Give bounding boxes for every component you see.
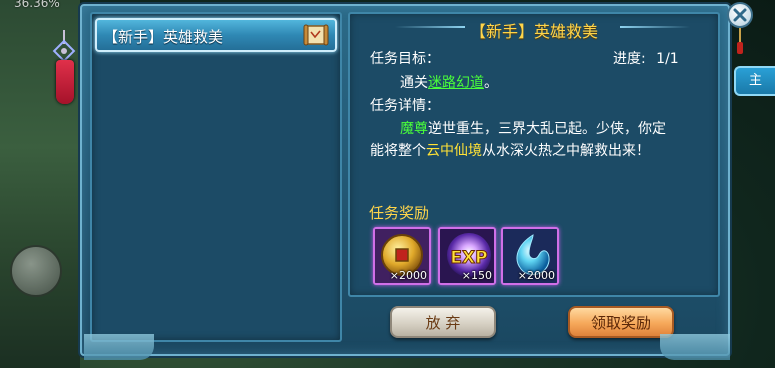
objective-target-link[interactable]: 迷路幻道 [428, 75, 484, 91]
rewards-heading: 任务奖励 [369, 204, 430, 222]
detail-line-2: 能将整个云中仙境从水深火热之中解救出来！ [370, 140, 650, 160]
detail-highlight-place: 云中仙境 [426, 143, 482, 159]
panel-ornament-left [84, 334, 154, 360]
close-pendant-ornament [737, 28, 743, 54]
reward-slot-coin[interactable]: ×2000 [373, 227, 431, 285]
objective-prefix: 通关 [400, 75, 428, 91]
objective-suffix: 。 [484, 75, 498, 91]
progress-label: 进度: [613, 51, 646, 67]
hud-percent-readout: 36.36% [14, 0, 60, 10]
exp-label: EXP [450, 248, 487, 268]
quest-detail-title: 【新手】英雄救美 [469, 22, 598, 41]
detail-line-1: 魔尊逆世重生，三界大乱已起。少侠，你定 [400, 118, 666, 138]
virtual-joystick[interactable] [10, 245, 62, 297]
reward-slot-exp[interactable]: EXP ×150 [438, 227, 496, 285]
quest-list-item-label: 【新手】英雄救美 [103, 28, 224, 46]
detail-text-2: 能将整个 [370, 143, 426, 159]
close-icon [733, 8, 747, 22]
red-tassel-ornament [56, 60, 74, 104]
close-button[interactable] [727, 2, 753, 28]
scroll-icon [303, 24, 329, 46]
progress-readout: 进度: 1/1 [613, 48, 679, 68]
reward-count-spirit: ×2000 [517, 269, 555, 282]
objective-label: 任务目标： [370, 51, 440, 67]
panel-ornament-right [660, 334, 730, 360]
detail-text-3: 从水深火热之中解救出来！ [482, 143, 650, 159]
reward-count-coin: ×2000 [389, 269, 427, 282]
detail-text-1: 逆世重生，三界大乱已起。少侠，你定 [428, 121, 666, 137]
reward-count-exp: ×150 [461, 269, 492, 282]
claim-reward-button[interactable]: 领取奖励 [568, 306, 674, 338]
details-label: 任务详情： [370, 98, 440, 114]
quest-list-pane [90, 12, 342, 342]
objective-line: 通关迷路幻道。 [400, 72, 498, 92]
abandon-quest-button[interactable]: 放 弃 [390, 306, 496, 338]
detail-highlight-villain: 魔尊 [400, 121, 428, 137]
reward-slot-spirit[interactable]: ×2000 [501, 227, 559, 285]
side-tab-main[interactable]: 主 [734, 66, 775, 96]
quest-list-item-selected[interactable]: 【新手】英雄救美 [95, 18, 337, 52]
progress-value: 1/1 [656, 51, 679, 67]
